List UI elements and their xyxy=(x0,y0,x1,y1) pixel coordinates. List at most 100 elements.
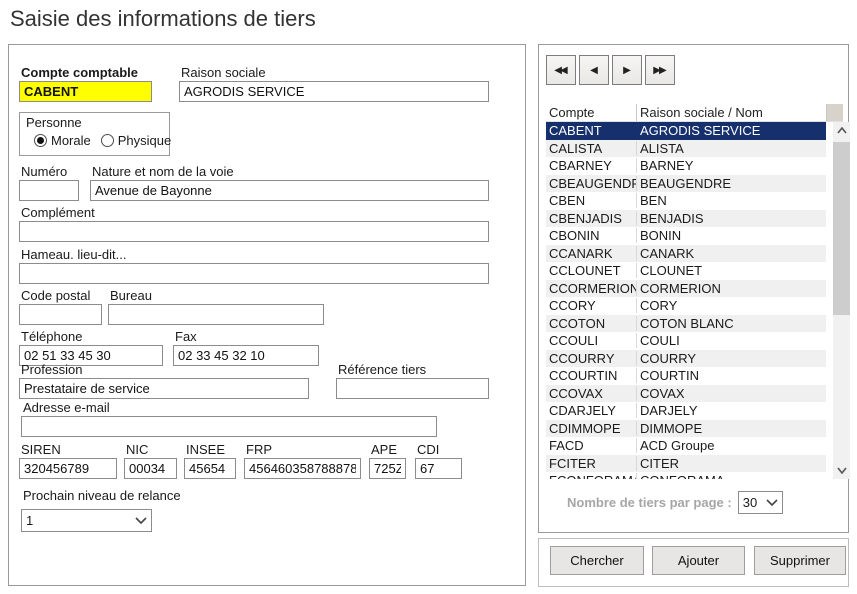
compte-cell: CALISTA xyxy=(546,141,636,156)
telephone-label: Téléphone xyxy=(21,329,163,344)
table-row[interactable]: CALISTAALISTA xyxy=(546,140,826,158)
table-row[interactable]: CBEAUGENDREBEAUGENDRE xyxy=(546,175,826,193)
table-scrollbar[interactable] xyxy=(833,122,850,479)
table-row[interactable]: CBONINBONIN xyxy=(546,227,826,245)
compte-cell: CDARJELY xyxy=(546,403,636,418)
page-size-select[interactable]: 30 xyxy=(738,491,783,514)
numero-label: Numéro xyxy=(21,164,79,179)
scroll-down-button[interactable] xyxy=(833,462,850,479)
siren-input[interactable] xyxy=(19,458,117,479)
radio-option-physique[interactable]: Physique xyxy=(101,133,171,148)
compte-cell: CCANARK xyxy=(546,246,636,261)
hameau-label: Hameau. lieu-dit... xyxy=(21,247,489,262)
compte-cell: CCORMERION xyxy=(546,281,636,296)
reference-tiers-label: Référence tiers xyxy=(338,362,489,377)
frp-input[interactable] xyxy=(244,458,361,479)
table-row[interactable]: CBENJADISBENJADIS xyxy=(546,210,826,228)
nom-cell: DIMMOPE xyxy=(636,421,826,436)
page-size-label: Nombre de tiers par page : xyxy=(567,495,732,510)
table-row[interactable]: CCORYCORY xyxy=(546,297,826,315)
personne-groupbox: Personne Morale Physique xyxy=(19,112,170,156)
nom-cell: DARJELY xyxy=(636,403,826,418)
cdi-input[interactable] xyxy=(415,458,462,479)
compte-cell: CBONIN xyxy=(546,228,636,243)
personne-label: Personne xyxy=(26,115,82,130)
insee-label: INSEE xyxy=(186,442,236,457)
radio-physique-icon[interactable] xyxy=(101,134,114,147)
complement-input[interactable] xyxy=(19,221,489,242)
compte-cell: CCLOUNET xyxy=(546,263,636,278)
nom-cell: COVAX xyxy=(636,386,826,401)
scrollbar-corner xyxy=(826,104,843,121)
ape-input[interactable] xyxy=(369,458,406,479)
table-row[interactable]: FCITERCITER xyxy=(546,455,826,473)
nom-cell: BONIN xyxy=(636,228,826,243)
scrollbar-thumb[interactable] xyxy=(833,142,850,315)
radio-morale-label: Morale xyxy=(51,133,91,148)
scroll-up-button[interactable] xyxy=(833,122,850,139)
table-row[interactable]: CCOURTINCOURTIN xyxy=(546,367,826,385)
table-row[interactable]: FACDACD Groupe xyxy=(546,437,826,455)
nom-cell: BARNEY xyxy=(636,158,826,173)
hameau-input[interactable] xyxy=(19,263,489,284)
bureau-label: Bureau xyxy=(110,288,324,303)
column-header-compte[interactable]: Compte xyxy=(546,104,636,121)
table-row[interactable]: CCANARKCANARK xyxy=(546,245,826,263)
page-size-value: 30 xyxy=(743,495,757,510)
supprimer-button[interactable]: Supprimer xyxy=(754,546,846,575)
nom-cell: CORY xyxy=(636,298,826,313)
nom-cell: COULI xyxy=(636,333,826,348)
tiers-table: Compte Raison sociale / Nom CABENTAGRODI… xyxy=(546,104,843,479)
compte-cell: CCOULI xyxy=(546,333,636,348)
table-row[interactable]: CCOVAXCOVAX xyxy=(546,385,826,403)
raison-sociale-label: Raison sociale xyxy=(181,65,489,80)
nom-cell: ALISTA xyxy=(636,141,826,156)
profession-input[interactable] xyxy=(19,378,309,399)
raison-sociale-input[interactable] xyxy=(179,81,489,102)
relance-select[interactable]: 1 xyxy=(21,509,152,532)
table-row[interactable]: CCOULICOULI xyxy=(546,332,826,350)
compte-cell: CCOVAX xyxy=(546,386,636,401)
double-left-arrow-icon: ◀◀ xyxy=(554,65,565,76)
code-postal-input[interactable] xyxy=(19,304,102,325)
nic-input[interactable] xyxy=(124,458,177,479)
nom-cell: CONFORAMA xyxy=(636,473,826,479)
code-postal-label: Code postal xyxy=(21,288,102,303)
table-row[interactable]: CBENBEN xyxy=(546,192,826,210)
ajouter-button[interactable]: Ajouter xyxy=(652,546,745,575)
frp-label: FRP xyxy=(246,442,361,457)
email-input[interactable] xyxy=(21,416,437,437)
table-row[interactable]: CBARNEYBARNEY xyxy=(546,157,826,175)
table-row[interactable]: CCOURRYCOURRY xyxy=(546,350,826,368)
table-row[interactable]: CABENTAGRODIS SERVICE xyxy=(546,122,826,140)
reference-tiers-input[interactable] xyxy=(336,378,489,399)
relance-label: Prochain niveau de relance xyxy=(23,488,201,503)
column-header-nom[interactable]: Raison sociale / Nom xyxy=(636,104,826,121)
nav-last-button[interactable]: ▶▶ xyxy=(645,55,675,85)
compte-cell: CBENJADIS xyxy=(546,211,636,226)
table-row[interactable]: FCONFORAMACONFORAMA xyxy=(546,472,826,479)
table-row[interactable]: CDIMMOPEDIMMOPE xyxy=(546,420,826,438)
nav-previous-button[interactable]: ◀ xyxy=(579,55,609,85)
chercher-button[interactable]: Chercher xyxy=(550,546,644,575)
nom-cell: ACD Groupe xyxy=(636,438,826,453)
bureau-input[interactable] xyxy=(108,304,324,325)
voie-input[interactable] xyxy=(90,180,489,201)
nic-label: NIC xyxy=(126,442,177,457)
nav-next-button[interactable]: ▶ xyxy=(612,55,642,85)
table-row[interactable]: CCLOUNETCLOUNET xyxy=(546,262,826,280)
insee-input[interactable] xyxy=(184,458,236,479)
table-row[interactable]: CDARJELYDARJELY xyxy=(546,402,826,420)
compte-cell: CBEAUGENDRE xyxy=(546,176,636,191)
numero-input[interactable] xyxy=(19,180,79,201)
table-row[interactable]: CCORMERIONCORMERION xyxy=(546,280,826,298)
nav-first-button[interactable]: ◀◀ xyxy=(546,55,576,85)
nom-cell: COURTIN xyxy=(636,368,826,383)
table-row[interactable]: CCOTONCOTON BLANC xyxy=(546,315,826,333)
radio-morale-icon[interactable] xyxy=(34,134,47,147)
fax-label: Fax xyxy=(175,329,319,344)
compte-comptable-input[interactable] xyxy=(19,81,152,102)
compte-cell: CBEN xyxy=(546,193,636,208)
complement-label: Complément xyxy=(21,205,489,220)
radio-option-morale[interactable]: Morale xyxy=(34,133,91,148)
